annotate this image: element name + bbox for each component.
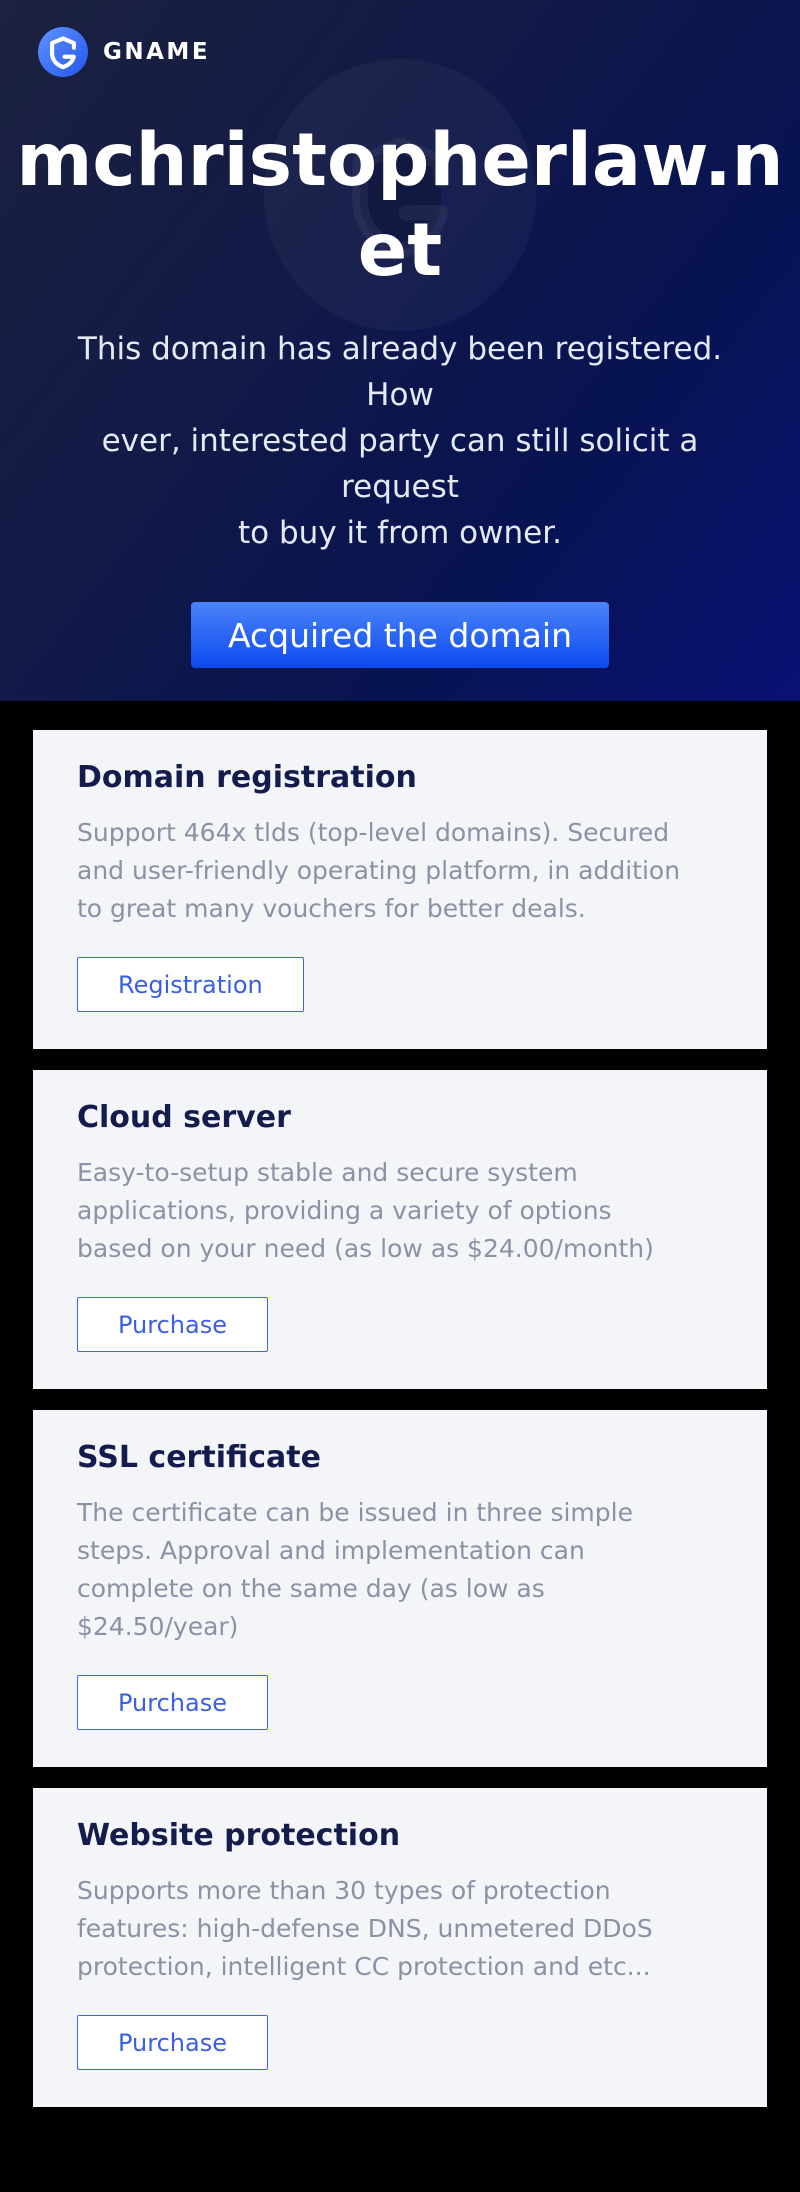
service-card-description: The certificate can be issued in three s… <box>77 1494 723 1646</box>
brand[interactable]: GNAME <box>38 27 210 77</box>
domain-title: mchristopherlaw.n et <box>0 116 800 296</box>
service-card-title: Cloud server <box>77 1101 723 1135</box>
brand-name: GNAME <box>103 39 210 65</box>
service-card-domain-registration: Domain registration Support 464x tlds (t… <box>33 730 767 1049</box>
service-card-ssl-certificate: SSL certificate The certificate can be i… <box>33 1410 767 1767</box>
service-card-button[interactable]: Purchase <box>77 1675 268 1730</box>
service-card-description: Support 464x tlds (top-level domains). S… <box>77 814 723 928</box>
service-card-title: Domain registration <box>77 761 723 795</box>
service-card-title: SSL certificate <box>77 1441 723 1475</box>
service-card-button[interactable]: Registration <box>77 957 304 1012</box>
service-card-description: Easy-to-setup stable and secure system a… <box>77 1154 723 1268</box>
service-card-button[interactable]: Purchase <box>77 2015 268 2070</box>
service-card-cloud-server: Cloud server Easy-to-setup stable and se… <box>33 1070 767 1389</box>
domain-description: This domain has already been registered.… <box>55 326 745 556</box>
gname-logo-icon <box>38 27 88 77</box>
hero-section: GNAME mchristopherlaw.n et This domain h… <box>0 0 800 701</box>
service-card-description: Supports more than 30 types of protectio… <box>77 1872 723 1986</box>
services-section: Domain registration Support 464x tlds (t… <box>0 701 800 2191</box>
page: GNAME mchristopherlaw.n et This domain h… <box>0 0 800 2191</box>
service-card-website-protection: Website protection Supports more than 30… <box>33 1788 767 2107</box>
service-card-title: Website protection <box>77 1819 723 1853</box>
service-card-button[interactable]: Purchase <box>77 1297 268 1352</box>
acquire-domain-button[interactable]: Acquired the domain <box>191 602 609 668</box>
